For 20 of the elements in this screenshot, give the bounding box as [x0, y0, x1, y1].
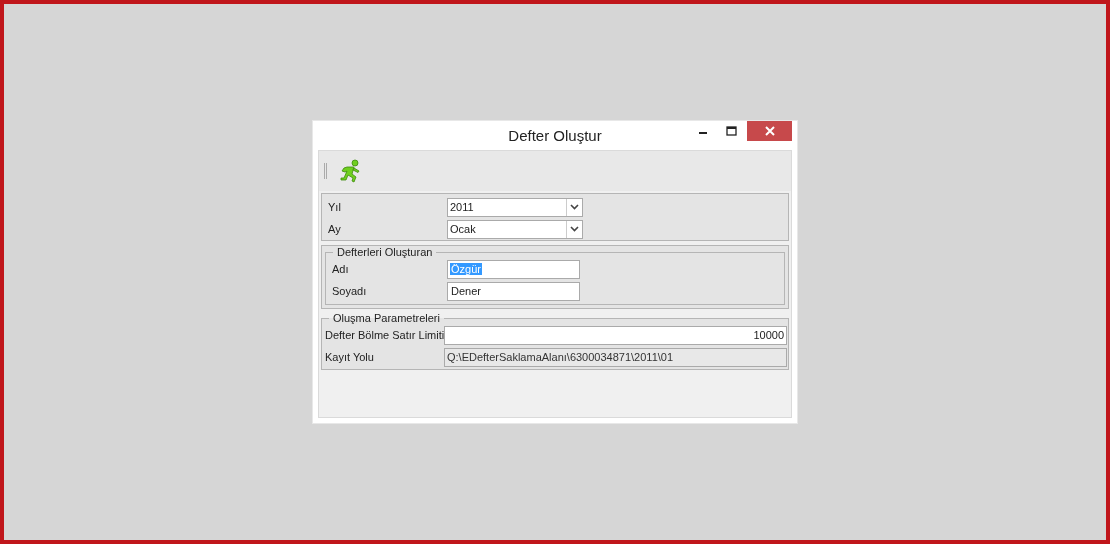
field-label: Ay: [327, 223, 342, 235]
group-title: Defterleri Oluşturan: [336, 246, 434, 258]
dropdown-field[interactable]: Ocak: [447, 219, 583, 239]
maximize-icon: [725, 126, 737, 136]
close-icon: [764, 126, 775, 136]
field-label: Defter Bölme Satır Limiti: [325, 329, 444, 341]
text-field[interactable]: 10000: [444, 325, 787, 345]
field-label: Kayıt Yolu: [325, 351, 375, 363]
group-title: Oluşma Parametreleri: [332, 312, 441, 324]
close-button[interactable]: [747, 121, 792, 141]
field-label: Soyadı: [331, 285, 368, 297]
dropdown-field[interactable]: 2011: [447, 197, 583, 217]
toolbar-grip: [324, 163, 327, 179]
field-label: Adı: [331, 263, 350, 275]
dropdown-arrow-icon[interactable]: [566, 220, 582, 238]
running-man-button[interactable]: [339, 159, 361, 183]
field-label: Yıl: [327, 201, 342, 213]
dropdown-arrow-icon[interactable]: [566, 198, 582, 216]
window-title: Defter Oluştur: [508, 127, 602, 144]
text-field[interactable]: Dener: [447, 281, 580, 301]
